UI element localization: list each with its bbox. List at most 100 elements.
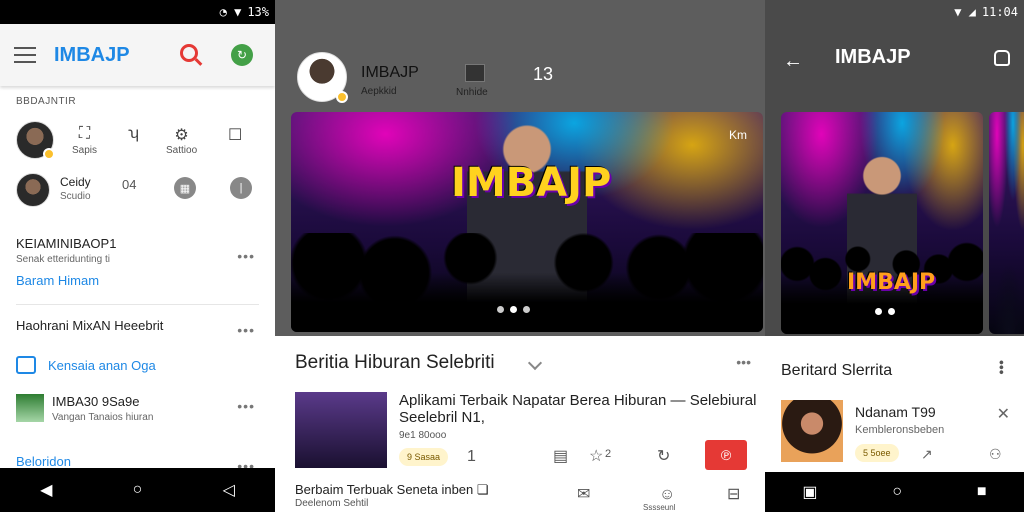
verified-badge-icon [336, 91, 348, 103]
square-icon: ☐ [228, 127, 243, 144]
panel-left: ◔ ▼ 13% IMBAJP ↻ BBDAJNTIR ⛶ Sapis ʮ ⚙ S… [0, 0, 275, 512]
count: 13 [533, 64, 554, 84]
avatar[interactable] [297, 52, 348, 103]
app-title: IMBAJP [835, 46, 911, 68]
user-row[interactable]: Ceidy Scudio 04 ▦ | [0, 169, 275, 225]
user-count: 04 [122, 177, 137, 192]
hero-text: IMBAJP [847, 270, 936, 295]
item-link[interactable]: Beloridon [16, 454, 71, 469]
pin-count: 2 [605, 448, 612, 460]
home-icon[interactable]: ○ [892, 483, 902, 501]
menu-icon[interactable] [14, 47, 36, 63]
trend-icon[interactable]: ↗ [921, 446, 933, 463]
profile-subtitle: Aepkkid [361, 86, 397, 97]
overview-icon[interactable]: ■ [977, 483, 987, 501]
more-icon[interactable]: ••• [237, 398, 255, 414]
item-link[interactable]: Kensaia anan Oga [48, 358, 156, 373]
hero-corner-label: Km [729, 128, 747, 142]
status-bar: ◔ ▼ 13% [0, 0, 275, 24]
thumbnail [16, 394, 44, 422]
document-icon[interactable]: ▤ [553, 446, 568, 466]
back-arrow-icon[interactable]: ← [783, 50, 803, 73]
system-nav-bar: ▣ ○ ■ [765, 472, 1024, 512]
action-settings[interactable]: ⚙ Sattioo [166, 125, 197, 156]
item-title[interactable]: KEIAMINIBAOP1 [16, 236, 116, 251]
profile-title: IMBAJP [361, 64, 419, 81]
divider [16, 304, 259, 305]
grid-icon[interactable]: ▦ [174, 177, 196, 199]
item-sub: Vangan Tanaios hiuran [52, 412, 154, 423]
article-title[interactable]: Ndanam T99 [855, 404, 936, 420]
recents-icon[interactable]: ◁ [223, 480, 235, 500]
clock: 11:04 [981, 5, 1018, 19]
action-comment[interactable]: ʮ [128, 125, 139, 145]
pinterest-button[interactable]: ℗ [705, 440, 747, 470]
app-title: IMBAJP [54, 43, 130, 66]
profile-icon[interactable]: ☺ [659, 486, 675, 504]
home-icon[interactable]: ○ [133, 481, 143, 499]
app-bar: ← IMBAJP [765, 30, 1024, 86]
article-thumbnail[interactable] [295, 392, 387, 468]
item-link[interactable]: Baram Himam [16, 273, 99, 288]
back-icon[interactable]: ◀ [40, 480, 52, 500]
section-label: BBDAJNTIR [16, 96, 77, 107]
hero-text: IMBAJP [451, 160, 612, 206]
action-share[interactable]: ⛶ Sapis [72, 125, 97, 156]
tv-icon [16, 356, 36, 374]
item-title[interactable]: Haohrani MixAN Heeebrit [16, 318, 163, 333]
wifi-icon: ▼ ◢ [954, 5, 976, 19]
image-label: Nnhide [456, 87, 488, 98]
hero-card[interactable]: IMBAJP [781, 112, 983, 334]
more-icon[interactable]: ••• [736, 354, 751, 370]
close-icon[interactable]: ✕ [997, 404, 1010, 424]
more-icon[interactable]: ••• [237, 248, 255, 264]
hero-banner[interactable]: IMBAJP Km [291, 112, 763, 332]
chevron-down-icon[interactable] [527, 355, 543, 371]
avatar[interactable] [16, 121, 55, 160]
search-icon[interactable] [180, 44, 198, 62]
recents-icon[interactable]: ▣ [802, 482, 817, 502]
article-badge: 9 Sasaa [399, 448, 449, 466]
action-square[interactable]: ☐ [228, 125, 242, 145]
carousel-pager[interactable] [875, 308, 895, 315]
user-name: Ceidy [60, 175, 91, 189]
article-sub: Kembleronsbeben [855, 424, 945, 436]
panel-right: ▼ ◢ 11:04 ← IMBAJP IMBAJP Beritard Slerr… [765, 0, 1024, 512]
refresh-icon[interactable]: ↻ [657, 446, 670, 466]
feed-title: Beritia Hiburan Selebriti [295, 352, 495, 373]
article-meta: 9e1 80ooo [399, 430, 447, 441]
user-sub: Scudio [60, 191, 91, 202]
panel-center: IMBAJP Aepkkid Nnhide 13 IMBAJP Km Berit… [275, 0, 765, 512]
image-icon[interactable] [465, 64, 485, 82]
profile-header: IMBAJP Aepkkid Nnhide 13 [275, 0, 765, 108]
battery-level: 13% [247, 5, 269, 19]
chat-icon[interactable]: ↻ [231, 44, 253, 66]
article-thumbnail[interactable] [781, 400, 843, 462]
profile-label: Sssseunl [643, 503, 676, 512]
share-icon: ⛶ [78, 125, 91, 142]
settings-icon: ⚙ [174, 127, 189, 144]
system-nav-bar: ◀ ○ ◁ [0, 468, 275, 512]
carousel-pager[interactable] [497, 306, 530, 313]
article-badge: 5 5oee [855, 444, 899, 462]
profile-row: ⛶ Sapis ʮ ⚙ Sattioo ☐ [0, 107, 275, 163]
article-title[interactable]: Aplikami Terbaik Napatar Berea Hiburan —… [399, 392, 759, 426]
more-icon[interactable]: ••• [237, 322, 255, 338]
item-sub: Senak etteridunting ti [16, 254, 110, 265]
minus-box-icon[interactable]: ⊟ [727, 484, 740, 504]
avatar [16, 173, 50, 207]
status-bar: ▼ ◢ 11:04 [765, 0, 1024, 24]
article-count: 1 [467, 448, 476, 465]
more-vert-icon[interactable]: ••• [994, 360, 1010, 375]
people-icon[interactable]: ⚇ [989, 446, 1002, 463]
lock-icon[interactable] [994, 50, 1010, 66]
news-feed: Beritia Hiburan Selebriti ••• Aplikami T… [275, 336, 765, 512]
pin-icon[interactable]: ☆ [589, 446, 603, 466]
item-title[interactable]: IMBA30 9Sa9e [52, 394, 139, 409]
crowd-image [291, 233, 763, 332]
info-icon[interactable]: | [230, 177, 252, 199]
bottom-nav: ✉ ☺ Sssseunl ⊟ [275, 478, 765, 512]
comment-icon: ʮ [128, 125, 139, 142]
hero-card-next[interactable] [989, 112, 1024, 334]
mail-icon[interactable]: ✉ [577, 484, 590, 504]
